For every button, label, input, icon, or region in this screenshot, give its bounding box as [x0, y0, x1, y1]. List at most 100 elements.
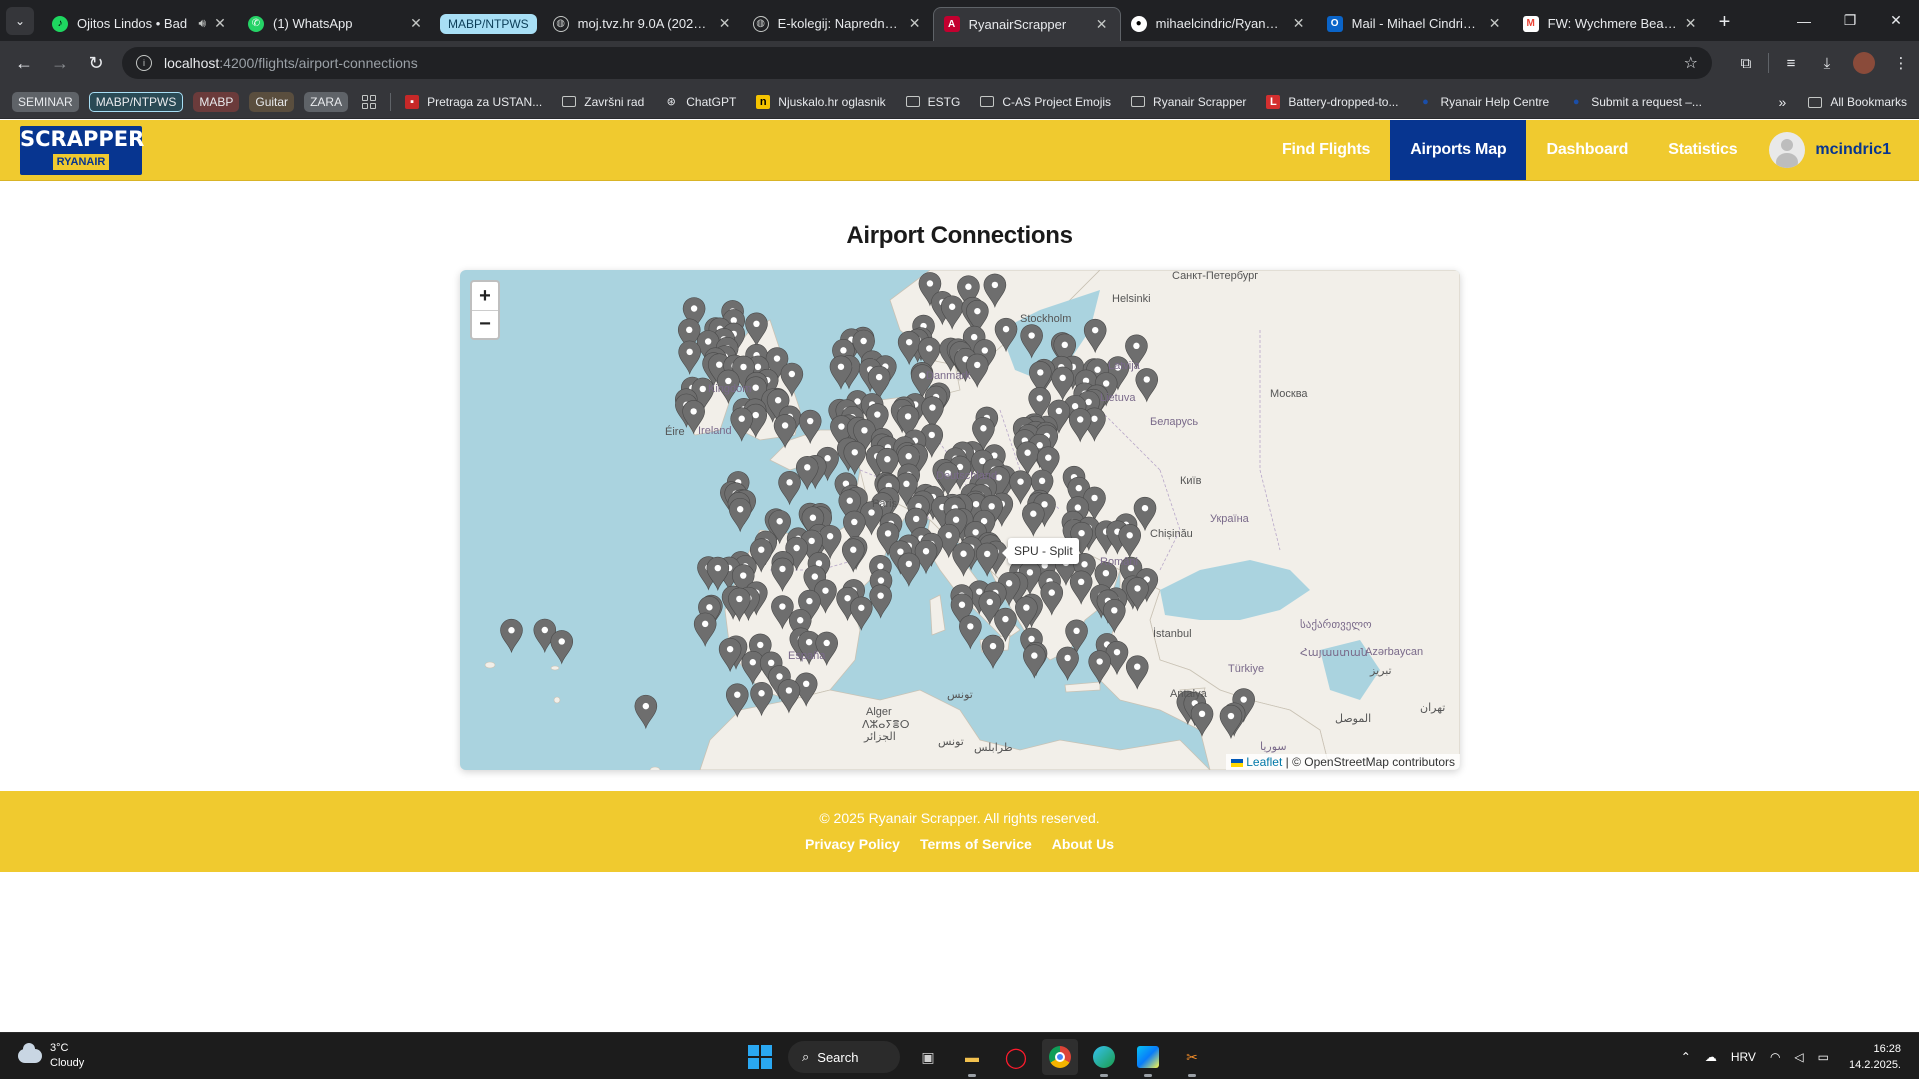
nav-statistics[interactable]: Statistics: [1648, 120, 1757, 180]
restore-icon[interactable]: ❐: [1827, 0, 1873, 41]
bookmark-item[interactable]: ⊛ ChatGPT: [664, 95, 737, 109]
onedrive-icon[interactable]: ☁: [1705, 1050, 1717, 1064]
airport-marker-icon[interactable]: [718, 637, 742, 673]
airport-marker-icon[interactable]: [634, 694, 658, 730]
close-icon[interactable]: ✕: [212, 15, 228, 32]
bookmark-item[interactable]: n Njuskalo.hr oglasnik: [756, 94, 886, 109]
close-icon[interactable]: ✕: [1291, 15, 1307, 32]
download-icon[interactable]: ⤓: [1809, 45, 1845, 81]
airport-marker-icon[interactable]: [500, 618, 523, 654]
site-info-icon[interactable]: i: [136, 55, 152, 71]
taskbar-search[interactable]: ⌕ Search: [788, 1041, 900, 1073]
marker-dot: [1038, 477, 1046, 485]
bookmark-item[interactable]: ESTG: [905, 95, 960, 109]
map-label-moscow: Москва: [1270, 388, 1308, 400]
task-view-icon[interactable]: ▣: [910, 1039, 946, 1075]
reload-icon[interactable]: ↻: [78, 45, 114, 81]
tab-github[interactable]: ● mihaelcindric/Ryanair-s ✕: [1121, 7, 1317, 41]
bookmark-group-mabp-ntpws[interactable]: MABP/NTPWS: [88, 91, 184, 112]
language-indicator[interactable]: HRV: [1731, 1050, 1756, 1064]
airport-marker-icon[interactable]: [778, 471, 801, 506]
bookmark-item[interactable]: L Battery-dropped-to...: [1266, 94, 1398, 109]
terms-of-service-link[interactable]: Terms of Service: [920, 836, 1032, 852]
apps-grid-icon[interactable]: [362, 94, 377, 109]
bookmark-item[interactable]: ● Ryanair Help Centre: [1418, 95, 1549, 109]
chrome-icon[interactable]: [1042, 1039, 1078, 1075]
clock[interactable]: 16:28 14.2.2025.: [1849, 1041, 1901, 1073]
bookmark-item[interactable]: Ryanair Scrapper: [1131, 95, 1246, 109]
airport-marker-icon[interactable]: [897, 552, 921, 587]
minimize-icon[interactable]: —: [1781, 0, 1827, 41]
tab-search-icon[interactable]: ⌄: [6, 6, 34, 35]
menu-icon[interactable]: ⋮: [1883, 45, 1919, 81]
weather-widget[interactable]: 3°C Cloudy: [18, 1041, 84, 1071]
airport-connections-map[interactable]: Stockholm Helsinki Санкт-Петербург Москв…: [460, 270, 1460, 770]
nav-dashboard[interactable]: Dashboard: [1526, 120, 1648, 180]
airport-marker-icon[interactable]: [728, 498, 752, 533]
bookmark-group-mabp[interactable]: MABP: [193, 91, 240, 112]
webstorm-icon[interactable]: [1130, 1039, 1166, 1077]
back-icon[interactable]: ←: [6, 45, 42, 81]
airport-marker-icon[interactable]: [981, 634, 1005, 670]
airport-marker-icon[interactable]: [678, 340, 701, 375]
airport-marker-icon[interactable]: [550, 630, 574, 665]
profile-avatar[interactable]: [1853, 52, 1875, 74]
leaflet-link[interactable]: Leaflet: [1246, 755, 1282, 769]
close-icon[interactable]: ✕: [1487, 15, 1503, 32]
speaker-icon[interactable]: 🔊︎: [198, 16, 206, 31]
tab-outlook[interactable]: O Mail - Mihael Cindrić (r ✕: [1317, 7, 1513, 41]
bookmark-group-seminar[interactable]: SEMINAR: [12, 91, 79, 112]
tab-spotify[interactable]: ♪ Ojitos Lindos • Bad 🔊︎ ✕: [42, 7, 238, 41]
airport-marker-icon[interactable]: [959, 615, 982, 650]
bookmark-item[interactable]: ● Submit a request –...: [1569, 95, 1702, 109]
bookmark-star-icon[interactable]: ☆: [1684, 53, 1698, 73]
close-icon[interactable]: ✕: [408, 15, 424, 32]
edge-icon[interactable]: [1086, 1039, 1122, 1077]
tab-e-kolegij[interactable]: ◍ E-kolegij: Napredne te ✕: [743, 7, 933, 41]
zoom-in-button[interactable]: +: [472, 282, 498, 310]
airport-marker-icon[interactable]: [1056, 646, 1079, 682]
close-icon[interactable]: ✕: [907, 15, 923, 32]
airport-marker-icon[interactable]: [693, 612, 717, 647]
tab-moj-tvz[interactable]: ◍ moj.tvz.hr 9.0A (2023-1 ✕: [543, 7, 743, 41]
tab-whatsapp[interactable]: ✆ (1) WhatsApp ✕: [238, 7, 434, 41]
wifi-icon[interactable]: ◠: [1770, 1050, 1780, 1064]
bookmark-group-zara[interactable]: ZARA: [304, 91, 349, 112]
opera-icon[interactable]: ◯: [998, 1039, 1034, 1075]
bookmark-item[interactable]: Završni rad: [562, 95, 644, 109]
extensions-icon[interactable]: ⧉: [1728, 45, 1764, 81]
map-label-kyiv: Київ: [1180, 475, 1202, 487]
close-window-icon[interactable]: ✕: [1873, 0, 1919, 41]
file-explorer-icon[interactable]: ▬: [954, 1039, 990, 1077]
snipping-tool-icon[interactable]: ✂: [1174, 1039, 1210, 1077]
nav-find-flights[interactable]: Find Flights: [1262, 120, 1390, 180]
user-menu[interactable]: mcindric1: [1757, 120, 1919, 180]
address-bar[interactable]: i localhost:4200/flights/airport-connect…: [122, 47, 1712, 79]
all-bookmarks-label[interactable]: All Bookmarks: [1830, 95, 1907, 109]
tab-group-chip[interactable]: MABP/NTPWS: [440, 13, 537, 34]
tab-gmail[interactable]: M FW: Wychmere Beach C ✕: [1513, 7, 1709, 41]
nav-airports-map[interactable]: Airports Map: [1390, 120, 1527, 180]
chevron-up-icon[interactable]: ⌃: [1681, 1050, 1691, 1064]
bookmark-item[interactable]: C-AS Project Emojis: [980, 95, 1111, 109]
bookmark-item[interactable]: ▪ Pretraga za USTAN...: [405, 94, 542, 109]
privacy-policy-link[interactable]: Privacy Policy: [805, 836, 900, 852]
bookmark-group-guitar[interactable]: Guitar: [249, 91, 295, 112]
close-icon[interactable]: ✕: [1683, 15, 1699, 32]
chevron-double-right-icon[interactable]: »: [1779, 94, 1787, 110]
media-controls-icon[interactable]: ≡: [1773, 45, 1809, 81]
close-icon[interactable]: ✕: [1094, 16, 1110, 33]
tab-ryanair-scrapper[interactable]: A RyanairScrapper ✕: [932, 6, 1121, 41]
forward-icon[interactable]: →: [42, 45, 78, 81]
airport-marker-icon[interactable]: [869, 584, 892, 619]
volume-icon[interactable]: ◁: [1794, 1050, 1803, 1064]
airport-marker-icon[interactable]: [1023, 644, 1046, 679]
start-button[interactable]: [742, 1039, 778, 1075]
new-tab-button[interactable]: +: [1719, 11, 1731, 34]
airport-marker-icon[interactable]: [730, 407, 754, 442]
about-us-link[interactable]: About Us: [1052, 836, 1114, 852]
close-icon[interactable]: ✕: [717, 15, 733, 32]
zoom-out-button[interactable]: −: [472, 310, 498, 338]
scrapper-logo[interactable]: SCRAPPER RYANAIR: [20, 126, 144, 175]
battery-icon[interactable]: ▭: [1818, 1050, 1829, 1064]
